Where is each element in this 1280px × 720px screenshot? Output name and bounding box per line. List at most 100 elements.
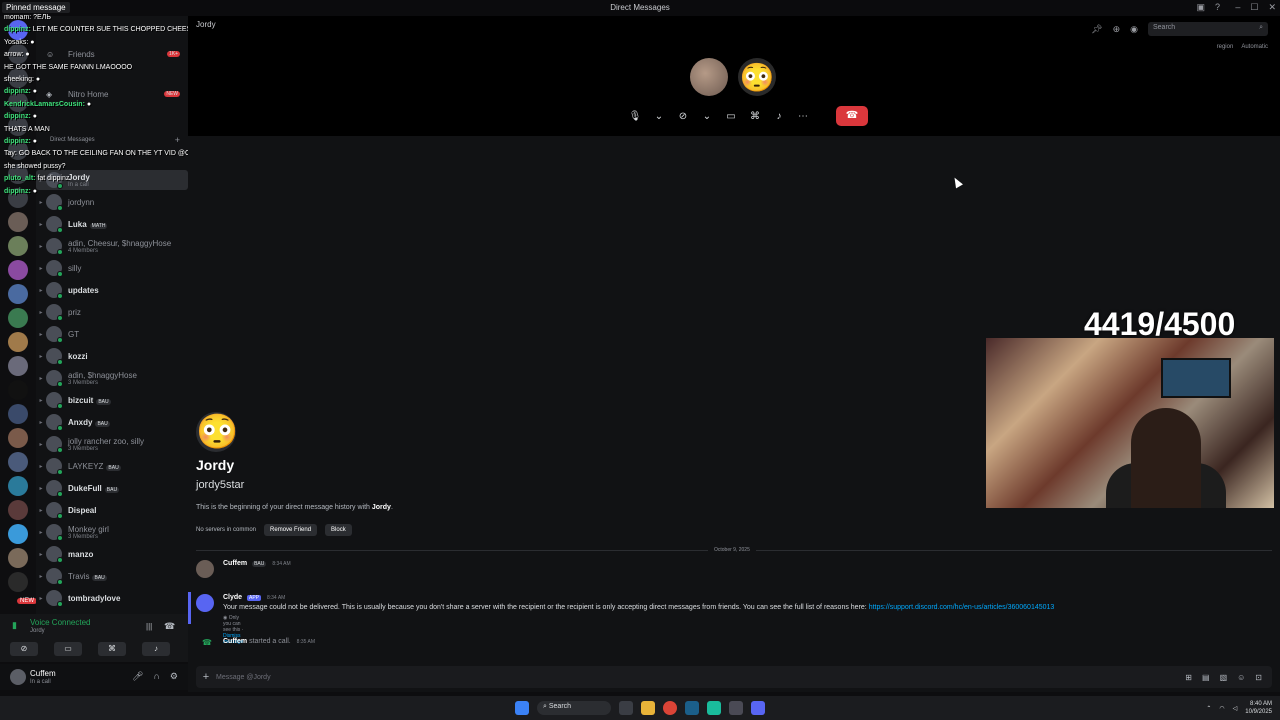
add-friend-icon[interactable]: ⊕ [1113, 24, 1121, 35]
block-button[interactable]: Block [325, 524, 352, 536]
message-author[interactable]: Cuffem [223, 560, 247, 567]
chevron-down-icon[interactable]: ⌄ [700, 111, 714, 122]
server-icon[interactable] [8, 572, 28, 592]
server-icon[interactable] [8, 404, 28, 424]
dm-item[interactable]: ▸ Dispeal [36, 500, 188, 520]
camera-off-button[interactable]: ⊘ [10, 642, 38, 656]
inbox-icon[interactable]: ▣ [1196, 2, 1205, 13]
dm-item[interactable]: ▸ Anxdy BAU [36, 412, 188, 432]
region-value: Automatic [1241, 44, 1268, 50]
disconnect-icon[interactable]: ☎ [164, 621, 175, 632]
dm-item[interactable]: ▸ manzo [36, 544, 188, 564]
soundboard-icon[interactable]: ♪ [772, 111, 786, 122]
chrome-icon[interactable] [663, 701, 677, 715]
dm-item[interactable]: ▸ adin, Cheesur, $hnaggyHose 4 Members [36, 236, 188, 256]
server-icon[interactable] [8, 428, 28, 448]
server-icon[interactable] [8, 236, 28, 256]
avatar[interactable] [196, 560, 214, 578]
dm-item[interactable]: ▸ priz [36, 302, 188, 322]
message-input[interactable]: + Message @Jordy ⊞ ▤ ▧ ☺ ⊡ [196, 666, 1272, 688]
server-icon[interactable] [8, 380, 28, 400]
emoji-icon[interactable]: ☺ [1237, 673, 1245, 682]
profile-icon[interactable]: ◉ [1130, 24, 1138, 35]
gear-icon[interactable]: ⚙ [170, 671, 178, 682]
headphones-icon[interactable]: ∩ [153, 671, 159, 682]
chevron-down-icon[interactable]: ⌄ [652, 111, 666, 122]
wifi-icon[interactable]: ◠ [1219, 705, 1224, 712]
server-icon[interactable] [8, 332, 28, 352]
soundboard-button[interactable]: ♪ [142, 642, 170, 656]
steam-icon[interactable] [685, 701, 699, 715]
server-icon[interactable] [8, 284, 28, 304]
server-icon[interactable] [8, 260, 28, 280]
activity-button[interactable]: ⌘ [98, 642, 126, 656]
dm-item-text: jolly rancher zoo, silly 3 Members [68, 437, 144, 452]
microphone-icon[interactable]: 🎙︎ [628, 111, 642, 122]
role-tag: BAU [252, 561, 267, 567]
dm-item[interactable]: ▸ updates [36, 280, 188, 300]
region-selector[interactable]: region Automatic [1217, 44, 1268, 50]
sticker-icon[interactable]: ▧ [1220, 673, 1228, 682]
dm-item[interactable]: ▸ LAYKEYZ BAU [36, 456, 188, 476]
server-icon[interactable] [8, 212, 28, 232]
dm-item[interactable]: ▸ silly [36, 258, 188, 278]
search-input[interactable]: Search ⌕ [1148, 22, 1268, 36]
chat-text: she showed pussy? [4, 162, 66, 170]
dm-item[interactable]: ▸ adin, $hnaggyHose 3 Members [36, 368, 188, 388]
remove-friend-button[interactable]: Remove Friend [264, 524, 318, 536]
taskbar-search[interactable]: ⌕ Search [537, 701, 611, 715]
gift-icon[interactable]: ⊞ [1185, 673, 1192, 682]
app-icon[interactable] [707, 701, 721, 715]
more-icon[interactable]: ⋯ [796, 111, 810, 122]
apps-icon[interactable]: ⊡ [1255, 673, 1262, 682]
task-view-icon[interactable] [619, 701, 633, 715]
dm-item[interactable]: ▸ Luka MATH [36, 214, 188, 234]
server-icon[interactable] [8, 500, 28, 520]
camera-off-icon[interactable]: ⊘ [676, 111, 690, 122]
server-icon[interactable] [8, 308, 28, 328]
server-icon[interactable] [8, 476, 28, 496]
noise-suppression-icon[interactable]: ||| [146, 622, 152, 631]
dm-item[interactable]: ▸ tombradylove [36, 588, 188, 608]
dm-item[interactable]: ▸ DukeFull BAU [36, 478, 188, 498]
gif-icon[interactable]: ▤ [1202, 673, 1210, 682]
clyde-avatar[interactable] [196, 594, 214, 612]
minimize-icon[interactable]: – [1235, 2, 1240, 13]
app-icon[interactable] [729, 701, 743, 715]
server-icon[interactable] [8, 452, 28, 472]
plus-icon[interactable]: + [196, 671, 216, 683]
maximize-icon[interactable]: ☐ [1250, 2, 1258, 13]
server-icon[interactable] [8, 548, 28, 568]
chevron-up-icon[interactable]: ⌃ [1206, 705, 1211, 712]
dm-item[interactable]: ▸ bizcuit BAU [36, 390, 188, 410]
message-author[interactable]: Clyde [223, 594, 242, 601]
microphone-icon[interactable]: 🎤︎ [132, 671, 143, 682]
message-author[interactable]: Cuffem [223, 638, 247, 645]
profile-avatar[interactable]: 😳 [196, 412, 238, 452]
activity-icon[interactable]: ⌘ [748, 111, 762, 122]
screen-share-button[interactable]: ▭ [54, 642, 82, 656]
server-icon[interactable] [8, 524, 28, 544]
file-explorer-icon[interactable] [641, 701, 655, 715]
server-icon[interactable] [8, 356, 28, 376]
dm-item[interactable]: ▸ Monkey girl 3 Members [36, 522, 188, 542]
avatar [46, 238, 63, 255]
support-link[interactable]: https://support.discord.com/hc/en-us/art… [869, 604, 1055, 611]
dm-item[interactable]: ▸ GT [36, 324, 188, 344]
discord-icon[interactable] [751, 701, 765, 715]
avatar[interactable] [10, 669, 26, 685]
dm-item[interactable]: ▸ kozzi [36, 346, 188, 366]
close-icon[interactable]: ✕ [1268, 2, 1276, 13]
ephemeral-note-text: Only you can see this · [223, 615, 244, 633]
dm-item[interactable]: ▸ jolly rancher zoo, silly 3 Members [36, 434, 188, 454]
pin-icon[interactable]: 📌︎ [1091, 24, 1102, 35]
help-icon[interactable]: ? [1215, 2, 1220, 13]
clock[interactable]: 8:40 AM 10/9/2025 [1245, 700, 1272, 716]
screen-share-icon[interactable]: ▭ [724, 111, 738, 122]
callee-avatar[interactable]: 😳 [738, 58, 776, 96]
volume-icon[interactable]: ◁ [1233, 705, 1238, 712]
caller-avatar[interactable] [690, 58, 728, 96]
dm-item[interactable]: ▸ Travis BAU [36, 566, 188, 586]
hang-up-button[interactable]: ☎ [836, 106, 868, 126]
start-icon[interactable] [515, 701, 529, 715]
